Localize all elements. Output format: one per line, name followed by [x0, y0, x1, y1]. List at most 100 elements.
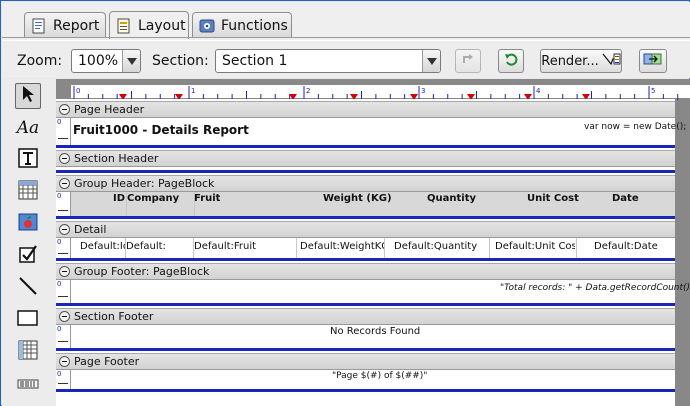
barcode-tool[interactable]: [15, 371, 41, 397]
header-date[interactable]: Date: [612, 192, 639, 206]
total-records-field[interactable]: "Total records: " + Data.getRecordCount(…: [500, 281, 690, 295]
no-records-field[interactable]: No Records Found: [330, 325, 420, 339]
band-page-header[interactable]: Page Header: [56, 101, 675, 118]
tab-functions[interactable]: Functions: [192, 12, 292, 38]
collapse-icon[interactable]: [59, 266, 70, 277]
band-label: Section Header: [74, 152, 159, 165]
ruler-number: 3: [421, 87, 425, 95]
chevron-down-icon[interactable]: [122, 50, 140, 72]
band-label: Group Header: PageBlock: [74, 177, 215, 190]
zoom-select[interactable]: 100%: [71, 49, 141, 73]
section-footer-body[interactable]: 0 No Records Found: [56, 325, 675, 351]
collapse-icon[interactable]: [59, 356, 70, 367]
tab-report-label: Report: [53, 17, 100, 34]
rectangle-tool[interactable]: [15, 307, 41, 333]
toolbar: Zoom: 100% Section: Section 1 Render...: [2, 40, 690, 78]
band-label: Detail: [74, 223, 107, 236]
band-gutter: 0: [56, 280, 71, 303]
band-section-header[interactable]: Section Header: [56, 150, 675, 167]
detail-body[interactable]: 0 Default:Id Default: Default:Fruit Defa…: [56, 238, 675, 261]
report-designer-window: Report Layout Functions Zoom: 100% Secti…: [0, 0, 690, 406]
header-company[interactable]: Company: [127, 192, 179, 206]
detail-company[interactable]: Default:: [126, 240, 192, 254]
ruler-number: 0: [76, 87, 80, 95]
line-tool[interactable]: [15, 275, 41, 301]
column-divider: [384, 238, 385, 258]
band-group-footer[interactable]: Group Footer: PageBlock: [56, 263, 675, 280]
band-label: Page Header: [74, 103, 145, 116]
header-fruit[interactable]: Fruit: [194, 192, 220, 206]
detail-id[interactable]: Default:Id: [80, 240, 125, 254]
page-header-body[interactable]: 0 Fruit1000 - Details Report var now = n…: [56, 118, 686, 148]
collapse-icon[interactable]: [59, 311, 70, 322]
checkbox-tool[interactable]: [15, 243, 41, 269]
report-tab-icon: [31, 18, 47, 34]
header-weight[interactable]: Weight (KG): [323, 192, 392, 206]
band-label: Page Footer: [74, 355, 140, 368]
script-field[interactable]: var now = new Date();: [584, 120, 686, 134]
band-detail[interactable]: Detail: [56, 221, 675, 238]
ruler-number: 4: [536, 87, 541, 95]
section-select[interactable]: Section 1: [215, 49, 441, 73]
tab-bar: Report Layout Functions: [2, 2, 690, 40]
image-tool[interactable]: [15, 211, 41, 237]
refresh-icon: [643, 51, 663, 71]
redo-button[interactable]: [455, 49, 481, 73]
text-field-tool[interactable]: [15, 147, 41, 173]
band-label: Group Footer: PageBlock: [74, 265, 210, 278]
functions-tab-icon: [199, 18, 215, 34]
band-page-footer[interactable]: Page Footer: [56, 353, 675, 370]
detail-weight[interactable]: Default:WeightKG: [300, 240, 384, 254]
section-value: Section 1: [222, 53, 288, 69]
collapse-icon[interactable]: [59, 224, 70, 235]
redo-icon: [460, 51, 476, 71]
design-canvas[interactable]: 0 1 2 3 4 5 Page Header 0 Fruit1000 - Details…: [56, 79, 690, 406]
tab-divider: [2, 37, 690, 38]
chevron-down-icon[interactable]: [422, 50, 440, 72]
line-icon: [18, 276, 38, 300]
page-number-field[interactable]: "Page $(#) of $(##)": [332, 369, 427, 383]
undo-button[interactable]: [498, 49, 524, 73]
ruler-number: 2: [306, 87, 310, 95]
detail-unit-cost[interactable]: Default:Unit Cost: [495, 240, 575, 254]
crosstab-tool[interactable]: [15, 339, 41, 365]
band-gutter: 0: [56, 118, 71, 145]
band-group-header[interactable]: Group Header: PageBlock: [56, 175, 675, 192]
collapse-icon[interactable]: [59, 104, 70, 115]
page-footer-body[interactable]: 0 "Page $(#) of $(##)": [56, 370, 675, 392]
band-gutter: 0: [56, 370, 71, 389]
zoom-label: Zoom:: [17, 53, 63, 69]
tab-layout-label: Layout: [138, 17, 186, 34]
refresh-preview-button[interactable]: [639, 49, 667, 73]
zoom-value: 100%: [78, 53, 119, 69]
group-header-body[interactable]: 0 ID Company Fruit Weight (KG) Quantity …: [56, 192, 675, 219]
label-tool[interactable]: Aa: [15, 115, 41, 141]
group-footer-body[interactable]: 0 "Total records: " + Data.getRecordCoun…: [56, 280, 690, 306]
render-button[interactable]: Render...: [540, 49, 622, 73]
text-aa-icon: Aa: [16, 118, 40, 138]
tool-palette: Aa: [2, 79, 56, 406]
tab-layout[interactable]: Layout: [109, 11, 189, 39]
header-id[interactable]: ID: [113, 192, 125, 206]
detail-quantity[interactable]: Default:Quantity: [394, 240, 488, 254]
table-tool[interactable]: [15, 179, 41, 205]
tab-report[interactable]: Report: [24, 12, 106, 38]
collapse-icon[interactable]: [59, 178, 70, 189]
horizontal-ruler: 0 1 2 3 4 5: [71, 85, 690, 100]
section-label: Section:: [152, 53, 209, 69]
detail-date[interactable]: Default:Date: [594, 240, 674, 254]
section-header-body[interactable]: [56, 167, 675, 173]
checkbox-icon: [18, 244, 38, 268]
header-unit-cost[interactable]: Unit Cost: [527, 192, 579, 206]
detail-fruit[interactable]: Default:Fruit: [194, 240, 294, 254]
rectangle-icon: [17, 309, 39, 331]
picture-icon: [18, 212, 38, 236]
collapse-icon[interactable]: [59, 153, 70, 164]
report-title[interactable]: Fruit1000 - Details Report: [73, 123, 249, 137]
band-gutter: 0: [56, 192, 71, 216]
pointer-tool[interactable]: [15, 83, 41, 109]
band-section-footer[interactable]: Section Footer: [56, 308, 675, 325]
header-quantity[interactable]: Quantity: [427, 192, 476, 206]
tab-functions-label: Functions: [221, 17, 288, 34]
undo-icon: [503, 51, 519, 71]
